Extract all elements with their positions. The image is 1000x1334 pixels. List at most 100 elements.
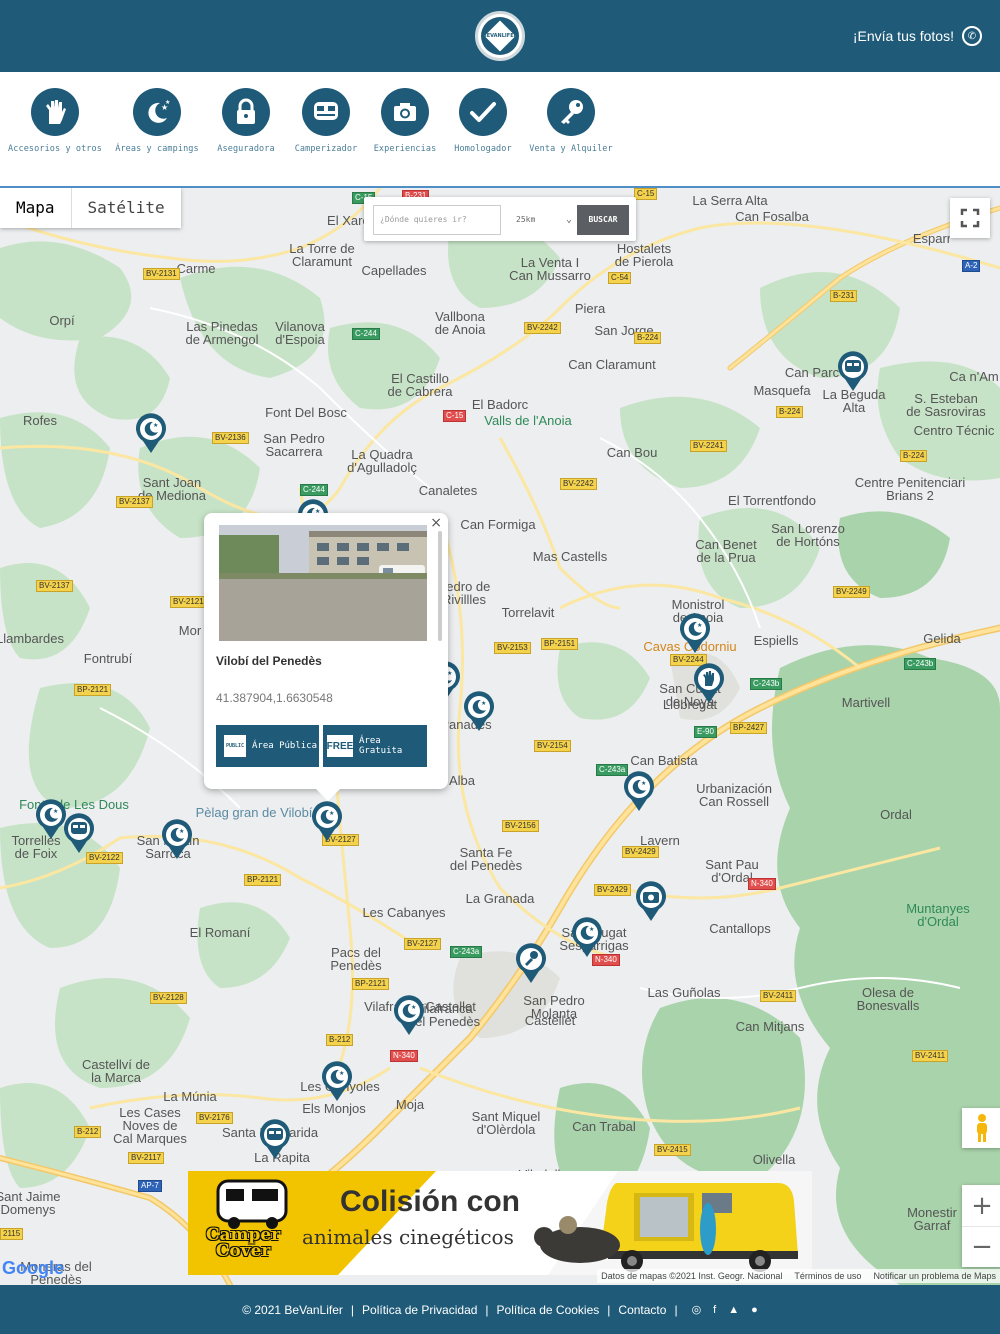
ad-brand: Camper Cover — [206, 1225, 281, 1261]
map-place-label: Espiells — [753, 633, 799, 648]
map-marker-van[interactable] — [62, 812, 96, 854]
zoom-out-button[interactable]: − — [962, 1226, 1000, 1267]
road-shield: B-212 — [74, 1126, 102, 1138]
road-shield: AP-7 — [138, 1180, 162, 1192]
apple-icon[interactable]: ● — [751, 1304, 758, 1316]
category-areas[interactable]: ★ ★ Áreas y campings — [113, 88, 201, 154]
privacy-link[interactable]: Política de Privacidad — [362, 1303, 477, 1317]
terms-link[interactable]: Términos de uso — [794, 1269, 861, 1283]
svg-text:★: ★ — [179, 828, 184, 835]
map-place-label: Santa Fe del Penedès — [449, 845, 523, 873]
glove-icon — [46, 100, 66, 124]
map-place-label: Moja — [395, 1097, 425, 1112]
road-shield: BV-2429 — [594, 884, 631, 896]
map-type-satellite-button[interactable]: Satélite — [72, 188, 181, 228]
category-accesorios[interactable]: Accesorios y otros — [8, 88, 102, 154]
map-marker-moon[interactable]: ★ — [392, 994, 426, 1036]
map-marker-moon[interactable]: ★ — [462, 690, 496, 732]
road-shield: C-244 — [352, 328, 380, 340]
map-marker-camera[interactable] — [634, 880, 668, 922]
road-shield: BV-2176 — [196, 1112, 233, 1124]
road-shield: B-224 — [634, 332, 662, 344]
map-place-label: La Múnia — [163, 1089, 217, 1104]
fullscreen-icon — [960, 208, 980, 228]
map-marker-moon[interactable]: ★ — [320, 1060, 354, 1102]
free-area-button[interactable]: FREE Área Gratuita — [323, 725, 427, 767]
ad-banner[interactable]: Camper Cover Colisión con animales cineg… — [188, 1171, 812, 1275]
facebook-icon[interactable]: f — [713, 1304, 716, 1316]
footer: © 2021 BeVanLifer | Política de Privacida… — [0, 1285, 1000, 1334]
map-place-label: El Xarc — [327, 213, 369, 228]
destination-input[interactable]: ¿Dónde quieres ir? — [373, 205, 501, 235]
category-experiencias[interactable]: Experiencias — [369, 88, 441, 154]
map-place-label: Ca n'Am — [949, 369, 999, 384]
send-photos-link[interactable]: ¡Envía tus fotos! ✆ — [853, 26, 982, 46]
map-place-label: La Quadra d'Agulladolç — [347, 447, 417, 475]
logo[interactable]: BEVANLIFER — [475, 11, 525, 61]
map-marker-moon[interactable]: ★ — [160, 818, 194, 860]
report-problem-link[interactable]: Notificar un problema de Maps — [873, 1269, 996, 1283]
map-marker-van[interactable] — [258, 1118, 292, 1160]
road-shield: C-243a — [450, 946, 483, 958]
svg-text:★: ★ — [641, 780, 646, 787]
moon-icon: ★ — [680, 613, 710, 653]
category-aseguradora[interactable]: Aseguradora — [210, 88, 282, 154]
map-marker-moon[interactable]: ★ — [134, 412, 168, 454]
map-place-label: Els Monjos — [302, 1101, 366, 1116]
map-marker-van[interactable] — [836, 350, 870, 392]
android-icon[interactable]: ▲ — [728, 1304, 739, 1316]
category-label: Camperizador — [294, 144, 358, 154]
map[interactable]: El Xarc La Serra Alta Can Fosalba Esparr La … — [0, 188, 1000, 1285]
cookies-link[interactable]: Política de Cookies — [497, 1303, 600, 1317]
van-icon — [64, 813, 94, 853]
road-shield: B-231 — [830, 290, 858, 302]
moon-icon: ★ — [312, 801, 342, 841]
map-place-label: S. Esteban de Sasroviras — [906, 391, 986, 419]
map-type-map-button[interactable]: Mapa — [0, 188, 72, 228]
camera-icon — [636, 881, 666, 921]
moon-icon: ★ — [572, 917, 602, 957]
camper-van-logo — [216, 1179, 288, 1229]
svg-text:★: ★ — [481, 700, 486, 707]
map-marker-moon[interactable]: ★ — [678, 612, 712, 654]
map-marker-key[interactable] — [514, 942, 548, 984]
map-marker-moon[interactable]: ★ — [622, 770, 656, 812]
category-homologador[interactable]: Homologador — [447, 88, 519, 154]
search-button[interactable]: BUSCAR — [577, 205, 629, 235]
road-shield: BV-2156 — [502, 820, 539, 832]
category-venta-alquiler[interactable]: Venta y Alquiler — [528, 88, 614, 154]
map-marker-moon[interactable]: ★ — [570, 916, 604, 958]
van-icon — [260, 1119, 290, 1159]
street-view-pegman[interactable] — [962, 1108, 1000, 1148]
radius-select[interactable]: 25km ⌄ — [512, 205, 576, 235]
fullscreen-button[interactable] — [950, 198, 990, 238]
zoom-in-button[interactable]: + — [962, 1185, 1000, 1226]
contact-link[interactable]: Contacto — [618, 1303, 666, 1317]
map-marker-glove[interactable] — [692, 662, 726, 704]
popup-scrollbar[interactable] — [438, 531, 442, 641]
svg-text:★: ★ — [411, 1004, 416, 1011]
public-area-label: Área Pública — [252, 741, 318, 751]
lock-icon — [237, 98, 255, 124]
road-shield: C-244 — [300, 484, 328, 496]
map-place-label: Castellet — [524, 1013, 576, 1028]
map-place-label: San Lorenzo de Hortóns — [771, 521, 845, 549]
map-marker-moon[interactable]: ★ — [310, 800, 344, 842]
map-place-label: Capellades — [361, 263, 427, 278]
close-icon[interactable]: × — [430, 515, 442, 531]
road-shield: BV-2128 — [150, 992, 187, 1004]
map-place-label: El Castillo de Cabrera — [387, 371, 453, 399]
key-icon — [516, 943, 546, 983]
instagram-icon[interactable]: ◎ — [692, 1303, 702, 1316]
public-area-button[interactable]: PUBLIC Área Pública — [216, 725, 319, 767]
check-icon — [470, 102, 496, 122]
category-camperizador[interactable]: Camperizador — [290, 88, 362, 154]
road-shield: C-243b — [750, 678, 783, 690]
road-shield: BP-2121 — [352, 978, 390, 990]
camera-icon — [394, 103, 416, 121]
map-place-label: Can Trabal — [572, 1119, 636, 1134]
map-place-label: Can Parc — [784, 365, 840, 380]
map-place-label: Rofes — [23, 413, 57, 428]
map-place-label: Can Benet de la Prua — [695, 537, 757, 565]
map-place-label: Sant Jaime Domenys — [0, 1189, 61, 1217]
